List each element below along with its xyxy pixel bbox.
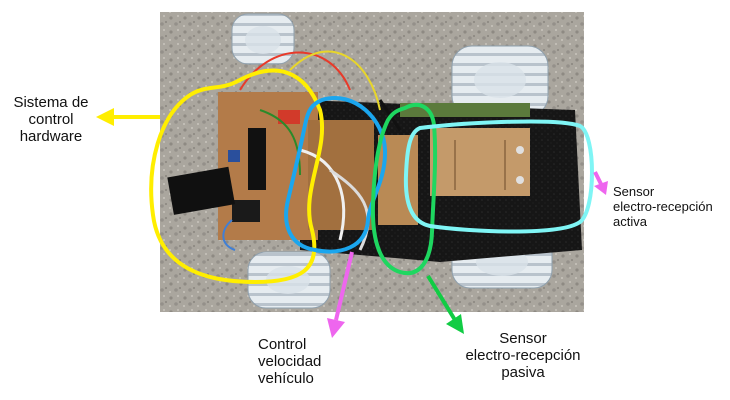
label-speed-line-2: velocidad [258,353,322,370]
speed-control-board [308,120,374,230]
label-passive-line-2: electro-recepción [465,347,581,364]
label-hardware: Sistema de control hardware [2,94,100,145]
annotated-photo: Sistema de control hardware Control velo… [0,0,730,400]
label-active: Sensor electro-recepción activa [613,184,713,229]
label-active-line-2: electro-recepción [613,199,713,214]
label-hardware-line-1: Sistema de [13,94,89,111]
label-active-line-3: activa [613,214,647,229]
label-speed-line-3: vehículo [258,370,314,387]
active-sensor-board [430,128,530,196]
label-passive-line-1: Sensor [499,330,547,347]
arrow-active [593,171,608,195]
label-passive: Sensor electro-recepción pasiva [448,330,598,381]
label-hardware-line-2: control [28,111,74,128]
arrow-hardware [96,108,160,126]
label-hardware-line-3: hardware [19,128,83,145]
label-speed: Control velocidad vehículo [258,336,321,387]
label-passive-line-3: pasiva [501,364,545,381]
label-active-line-1: Sensor [613,184,655,199]
label-speed-line-1: Control [258,336,307,353]
wheel-front-left [231,13,295,65]
